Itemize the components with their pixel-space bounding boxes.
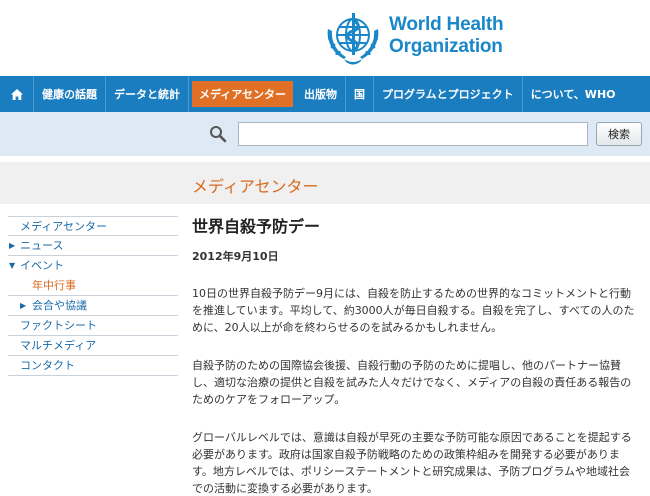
article-content: 世界自殺予防デー 2012年9月10日 10日の世界自殺予防デー9月には、自殺を… xyxy=(192,216,640,496)
article-paragraph: 10日の世界自殺予防デー9月には、自殺を防止するための世界的なコミットメントと行… xyxy=(192,287,635,334)
sidebar-item-media-centre[interactable]: メディアセンター xyxy=(8,216,178,236)
home-icon xyxy=(10,88,23,100)
nav-programmes-projects[interactable]: プログラムとプロジェクト xyxy=(374,76,523,112)
sidebar-item-label: 年中行事 xyxy=(32,279,76,292)
nav-health-topics[interactable]: 健康の話題 xyxy=(34,76,106,112)
section-header: メディアセンター xyxy=(0,162,650,204)
main-navigation: 健康の話題 データと統計 メディアセンター 出版物 国 プログラムとプロジェクト… xyxy=(0,76,650,112)
sidebar-nav: メディアセンター ▶ ニュース ▼ イベント 年中行事 ▶ 会合や協議 ファクト… xyxy=(8,216,178,376)
sidebar-item-label: コンタクト xyxy=(20,359,75,372)
sidebar-item-events[interactable]: ▼ イベント xyxy=(8,256,178,276)
search-bar: 検索 xyxy=(0,112,650,156)
article-paragraph: グローバルレベルでは、意識は自殺が早死の主要な予防可能な原因であることを提起する… xyxy=(192,431,632,495)
sidebar-item-fact-sheets[interactable]: ファクトシート xyxy=(8,316,178,336)
nav-data-statistics[interactable]: データと統計 xyxy=(106,76,189,112)
search-icon xyxy=(210,126,227,143)
triangle-right-icon: ▶ xyxy=(20,301,27,310)
nav-home[interactable] xyxy=(0,76,34,112)
wordmark-line-1: World Health xyxy=(389,14,504,35)
sidebar-item-label: マルチメディア xyxy=(20,339,97,352)
sidebar-item-label: ニュース xyxy=(20,239,64,252)
sidebar-item-multimedia[interactable]: マルチメディア xyxy=(8,336,178,356)
search-button[interactable]: 検索 xyxy=(596,122,642,146)
triangle-down-icon: ▼ xyxy=(9,261,16,270)
page-title: 世界自殺予防デー xyxy=(192,217,321,236)
article-paragraph: 自殺予防のための国際協会後援、自殺行動の予防のために提唱し、他のパートナー協賛し… xyxy=(192,359,632,406)
sidebar-item-annual-events[interactable]: 年中行事 xyxy=(8,276,178,296)
sidebar-item-label: イベント xyxy=(20,259,64,272)
site-header: World Health Organization xyxy=(0,0,650,76)
nav-countries[interactable]: 国 xyxy=(346,76,375,112)
sidebar-item-news[interactable]: ▶ ニュース xyxy=(8,236,178,256)
sidebar-item-contact[interactable]: コンタクト xyxy=(8,356,178,376)
article-date: 2012年9月10日 xyxy=(192,250,279,263)
nav-publications[interactable]: 出版物 xyxy=(296,76,347,112)
sidebar-item-label: ファクトシート xyxy=(20,319,97,332)
triangle-right-icon: ▶ xyxy=(9,241,16,250)
sidebar-item-meetings[interactable]: ▶ 会合や協議 xyxy=(8,296,178,316)
wordmark-line-2: Organization xyxy=(389,36,503,57)
who-wordmark[interactable]: World Health Organization xyxy=(389,14,504,58)
who-emblem-logo[interactable] xyxy=(322,7,384,69)
sidebar-item-label: メディアセンター xyxy=(20,220,108,233)
search-input[interactable] xyxy=(238,122,588,146)
section-title[interactable]: メディアセンター xyxy=(192,173,319,197)
nav-about-who[interactable]: について、WHO xyxy=(523,76,624,112)
sidebar-item-label: 会合や協議 xyxy=(32,299,87,312)
nav-media-centre[interactable]: メディアセンター xyxy=(192,81,294,107)
